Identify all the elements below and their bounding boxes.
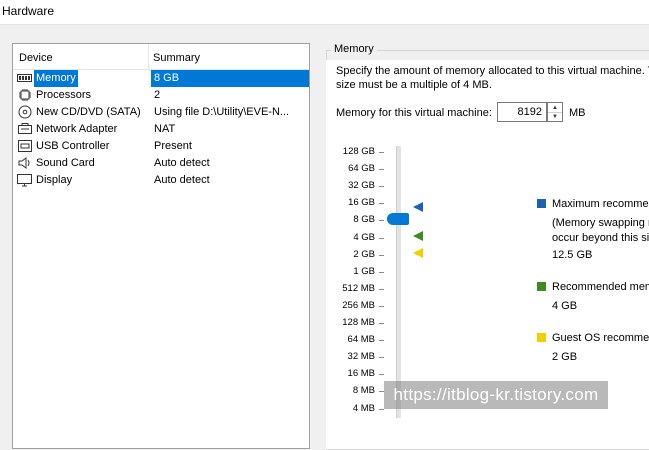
device-summary: Auto detect [154,157,210,169]
slider-tick-label: 32 GB [348,180,375,192]
slider-tick-label: 64 MB [347,334,375,346]
slider-tick-label: 4 MB [352,402,375,414]
slider-tick-mark [379,271,384,273]
memory-description-line1: Specify the amount of memory allocated t… [336,65,649,77]
slider-tick-label: 8 GB [353,214,375,226]
device-name: Memory [34,70,78,87]
device-summary: NAT [154,123,176,135]
slider-tick-mark [379,203,384,205]
memory-description: Specify the amount of memory allocated t… [336,64,649,92]
slider-tick-mark [379,357,384,359]
guest-os-swatch-icon [537,333,546,342]
network-adapter-icon [17,122,32,136]
device-row-sound-card[interactable]: Sound Card Auto detect [13,155,309,172]
slider-tick-mark [379,220,384,222]
processor-icon [17,88,32,102]
memory-icon [17,71,32,85]
memory-unit-label: MB [569,107,586,119]
device-summary: Auto detect [154,174,210,186]
window-title: Hardware [2,4,55,18]
slider-tick-mark [379,340,384,342]
slider-tick-mark [379,186,384,188]
guest-os-value: 2 GB [552,351,578,363]
maximum-recommended-marker-icon [413,202,423,212]
device-row-display[interactable]: Display Auto detect [13,172,309,189]
device-name: Display [36,174,73,186]
device-row-network-adapter[interactable]: Network Adapter NAT [13,121,309,138]
slider-tick-mark [379,152,384,153]
device-name: USB Controller [36,140,110,152]
slider-tick-label: 4 GB [353,231,375,243]
device-name: Network Adapter [36,123,118,135]
slider-tick-mark [379,374,384,376]
maximum-recommended-swatch-icon [537,199,546,208]
memory-group-title: Memory [331,43,377,55]
slider-tick-label: 128 GB [342,146,375,157]
recommended-marker-icon [413,231,423,241]
memory-input-label: Memory for this virtual machine: [336,107,492,119]
slider-tick-label: 2 GB [353,248,375,260]
maximum-recommended-note: (Memory swapping m occur beyond this siz [552,216,649,246]
sound-card-icon [17,156,32,170]
maximum-recommended-note-line2: occur beyond this siz [552,232,649,244]
device-row-cd-dvd[interactable]: New CD/DVD (SATA) Using file D:\Utility\… [13,104,309,121]
slider-tick-label: 64 GB [348,163,375,175]
memory-description-line2: size must be a multiple of 4 MB. [336,79,492,91]
slider-tick-mark [379,254,384,256]
device-name: New CD/DVD (SATA) [36,106,141,118]
recommended-swatch-icon [537,282,546,291]
device-summary: 2 [154,89,161,101]
column-header-device[interactable]: Device [19,52,53,64]
slider-tick-mark [379,305,384,307]
slider-tick-label: 16 GB [348,197,375,209]
recommended-title: Recommended memo [552,281,649,293]
usb-icon [17,139,32,153]
device-summary: Using file D:\Utility\EVE-N... [154,106,290,118]
memory-size-input[interactable]: 8192 [497,102,547,122]
memory-slider-thumb[interactable] [387,213,409,225]
slider-tick-label: 8 MB [352,385,375,397]
maximum-recommended-value: 12.5 GB [552,249,593,261]
watermark: https://itblog-kr.tistory.com [384,381,608,409]
slider-tick-label: 1 GB [353,265,375,277]
device-name: Processors [36,89,92,101]
device-summary: Present [154,140,192,152]
slider-tick-mark [379,237,384,239]
slider-tick-label: 256 MB [342,299,375,311]
column-header-summary[interactable]: Summary [153,52,200,64]
slider-tick-mark [379,169,384,171]
slider-tick-label: 128 MB [342,317,375,328]
device-row-memory[interactable]: Memory 8 GB [13,70,309,87]
recommended-value: 4 GB [552,300,578,312]
memory-spinner[interactable]: ▲ ▼ [547,102,563,122]
cd-dvd-icon [17,105,32,119]
slider-tick-label: 512 MB [342,282,375,294]
maximum-recommended-title: Maximum recommende [552,198,649,210]
slider-tick-mark [379,288,384,290]
title-bar: Hardware [0,0,649,25]
device-row-usb-controller[interactable]: USB Controller Present [13,138,309,155]
slider-tick-label: 16 MB [347,368,375,380]
maximum-recommended-note-line1: (Memory swapping m [552,217,649,229]
display-icon [17,173,32,187]
guest-os-marker-icon [413,248,423,258]
device-list-header: Device Summary [13,44,309,70]
device-row-processors[interactable]: Processors 2 [13,87,309,104]
column-divider[interactable] [148,44,149,69]
device-summary: 8 GB [151,70,309,87]
device-name: Sound Card [36,157,95,169]
device-list[interactable]: Device Summary Memory 8 GB Processors 2 … [12,43,310,449]
slider-tick-mark [379,323,384,324]
slider-tick-label: 32 MB [347,351,375,363]
memory-slider-track[interactable] [396,146,401,418]
guest-os-title: Guest OS recommen [552,332,649,344]
spin-down-icon[interactable]: ▼ [548,112,562,121]
